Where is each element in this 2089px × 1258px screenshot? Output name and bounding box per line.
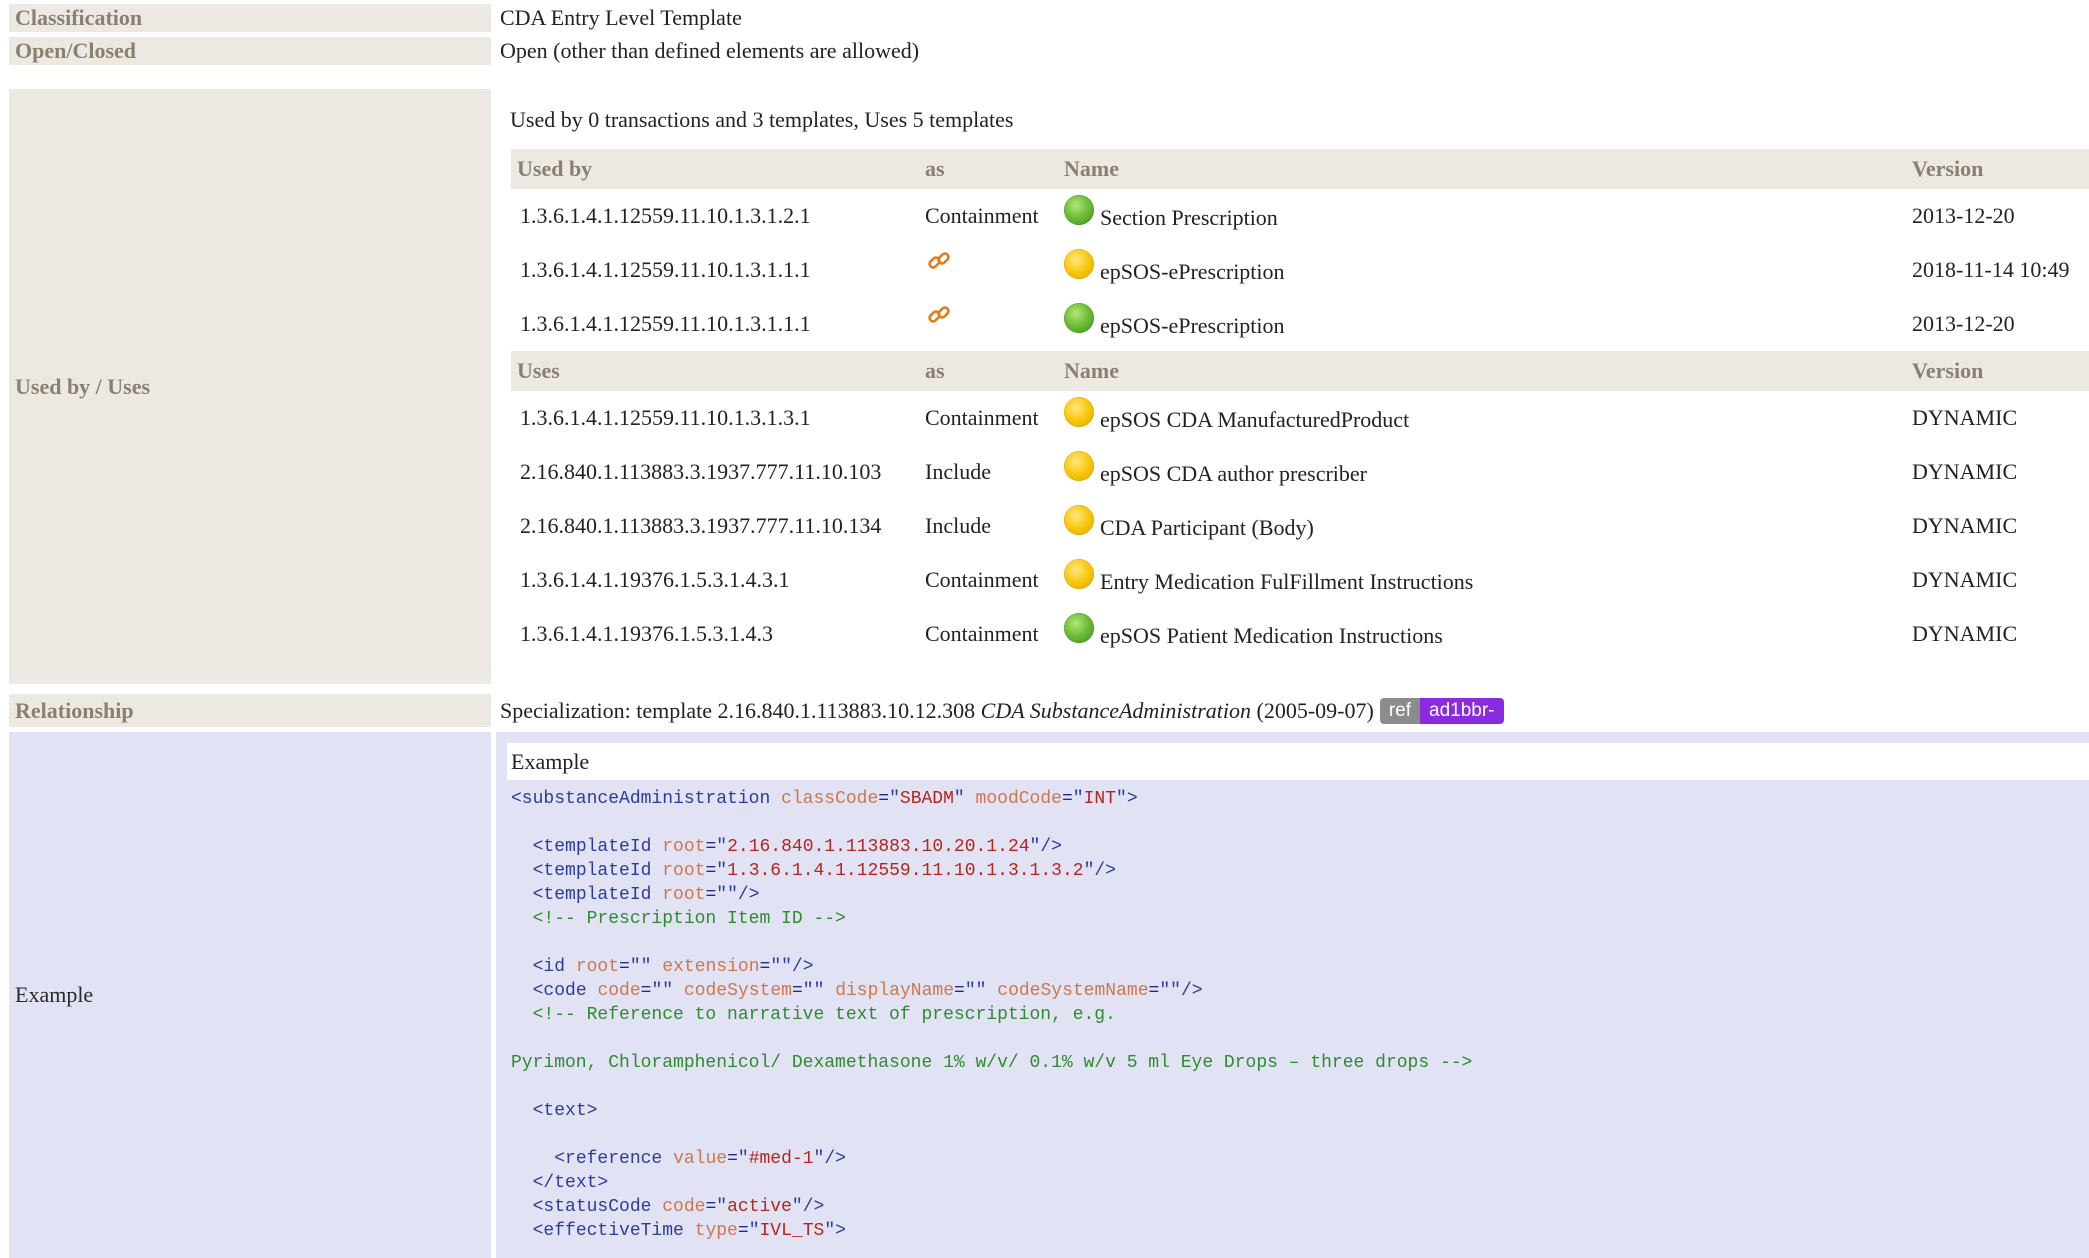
ref-badge[interactable]: ref xyxy=(1379,697,1420,724)
template-oid: 2.16.840.1.113883.3.1937.777.11.10.134 xyxy=(520,513,882,538)
table-row: 1.3.6.1.4.1.12559.11.10.1.3.1.2.1 Contain… xyxy=(511,189,2089,243)
table-row: 1.3.6.1.4.1.19376.1.5.3.1.4.3 Containment… xyxy=(511,607,2089,661)
used-by-name-header: Name xyxy=(1058,149,1906,189)
template-name-link[interactable]: epSOS CDA ManufacturedProduct xyxy=(1100,407,1409,432)
template-name-link[interactable]: epSOS-ePrescription xyxy=(1100,313,1285,338)
used-by-header-row: Used by as Name Version xyxy=(511,149,2089,189)
uses-header-row: Uses as Name Version xyxy=(511,351,2089,391)
template-oid: 1.3.6.1.4.1.19376.1.5.3.1.4.3 xyxy=(520,621,773,646)
status-yellow-icon xyxy=(1064,397,1094,427)
status-green-icon xyxy=(1064,303,1094,333)
open-closed-value: Open (other than defined elements are al… xyxy=(500,38,920,63)
template-version: DYNAMIC xyxy=(1912,621,2018,646)
template-name-cell: epSOS-ePrescription xyxy=(1058,297,1906,351)
template-version: 2018-11-14 10:49 xyxy=(1912,257,2070,282)
template-oid: 1.3.6.1.4.1.12559.11.10.1.3.1.1.1 xyxy=(520,311,811,336)
classification-value: CDA Entry Level Template xyxy=(500,5,742,30)
template-name-link[interactable]: epSOS-ePrescription xyxy=(1100,259,1285,284)
template-oid: 1.3.6.1.4.1.19376.1.5.3.1.4.3.1 xyxy=(520,567,790,592)
table-row: 2.16.840.1.113883.3.1937.777.11.10.103 In… xyxy=(511,445,2089,499)
table-row: 1.3.6.1.4.1.12559.11.10.1.3.1.1.1 epSOS-e… xyxy=(511,297,2089,351)
relationship-template-name: CDA SubstanceAdministration xyxy=(980,697,1251,723)
table-row: 1.3.6.1.4.1.12559.11.10.1.3.1.1.1 epSOS-e… xyxy=(511,243,2089,297)
template-oid: 1.3.6.1.4.1.12559.11.10.1.3.1.2.1 xyxy=(520,203,811,228)
relationship-value: Specialization: template 2.16.840.1.1138… xyxy=(500,694,1504,727)
link-icon[interactable] xyxy=(925,247,953,275)
table-row: 2.16.840.1.113883.3.1937.777.11.10.134 In… xyxy=(511,499,2089,553)
template-version: 2013-12-20 xyxy=(1912,203,2015,228)
relation-type: Containment xyxy=(925,405,1039,430)
relation-type xyxy=(919,297,1058,351)
link-icon[interactable] xyxy=(925,301,953,329)
template-version: DYNAMIC xyxy=(1912,405,2018,430)
used-by-as-header: as xyxy=(919,149,1058,189)
used-by-oid-header: Used by xyxy=(511,149,919,189)
usage-table: Used by as Name Version 1.3.6.1.4.1.12559.1… xyxy=(511,149,2089,661)
status-green-icon xyxy=(1064,195,1094,225)
usage-summary: Used by 0 transactions and 3 templates, … xyxy=(510,107,1014,132)
status-yellow-icon xyxy=(1064,249,1094,279)
example-caption: Example xyxy=(507,743,2089,780)
relation-type: Containment xyxy=(925,203,1039,228)
uses-version-header: Version xyxy=(1906,351,2089,391)
table-row: 1.3.6.1.4.1.19376.1.5.3.1.4.3.1 Containme… xyxy=(511,553,2089,607)
template-name-link[interactable]: epSOS CDA author prescriber xyxy=(1100,461,1367,486)
template-version: 2013-12-20 xyxy=(1912,311,2015,336)
uses-oid-header: Uses xyxy=(511,351,919,391)
status-yellow-icon xyxy=(1064,505,1094,535)
template-oid: 1.3.6.1.4.1.12559.11.10.1.3.1.3.1 xyxy=(520,405,811,430)
table-row: 1.3.6.1.4.1.12559.11.10.1.3.1.3.1 Contain… xyxy=(511,391,2089,445)
id-badge[interactable]: ad1bbr- xyxy=(1420,697,1504,724)
template-name-cell: CDA Participant (Body) xyxy=(1058,499,1906,553)
template-oid: 2.16.840.1.113883.3.1937.777.11.10.103 xyxy=(520,459,882,484)
template-name-cell: epSOS CDA author prescriber xyxy=(1058,445,1906,499)
template-name-link[interactable]: Section Prescription xyxy=(1100,205,1278,230)
relationship-label: Relationship xyxy=(9,694,491,727)
uses-name-header: Name xyxy=(1058,351,1906,391)
template-detail-page: Classification CDA Entry Level Template … xyxy=(0,0,2089,1258)
relation-type: Containment xyxy=(925,567,1039,592)
template-name-link[interactable]: CDA Participant (Body) xyxy=(1100,515,1314,540)
used-by-uses-label: Used by / Uses xyxy=(9,89,491,684)
classification-label: Classification xyxy=(9,4,491,32)
example-label: Example xyxy=(9,732,491,1258)
template-name-cell: Section Prescription xyxy=(1058,189,1906,243)
template-version: DYNAMIC xyxy=(1912,459,2018,484)
template-version: DYNAMIC xyxy=(1912,567,2018,592)
template-oid: 1.3.6.1.4.1.12559.11.10.1.3.1.1.1 xyxy=(520,257,811,282)
example-code: <substanceAdministration classCode="SBAD… xyxy=(511,789,1473,1241)
uses-as-header: as xyxy=(919,351,1058,391)
template-name-cell: epSOS Patient Medication Instructions xyxy=(1058,607,1906,661)
template-name-cell: epSOS CDA ManufacturedProduct xyxy=(1058,391,1906,445)
relation-type: Include xyxy=(925,459,991,484)
template-name-link[interactable]: epSOS Patient Medication Instructions xyxy=(1100,623,1443,648)
template-name-cell: epSOS-ePrescription xyxy=(1058,243,1906,297)
used-by-version-header: Version xyxy=(1906,149,2089,189)
status-yellow-icon xyxy=(1064,451,1094,481)
status-green-icon xyxy=(1064,613,1094,643)
template-version: DYNAMIC xyxy=(1912,513,2018,538)
status-yellow-icon xyxy=(1064,559,1094,589)
relation-type xyxy=(919,243,1058,297)
relation-type: Include xyxy=(925,513,991,538)
template-name-cell: Entry Medication FulFillment Instruction… xyxy=(1058,553,1906,607)
relation-type: Containment xyxy=(925,621,1039,646)
template-name-link[interactable]: Entry Medication FulFillment Instruction… xyxy=(1100,569,1473,594)
open-closed-label: Open/Closed xyxy=(9,37,491,65)
